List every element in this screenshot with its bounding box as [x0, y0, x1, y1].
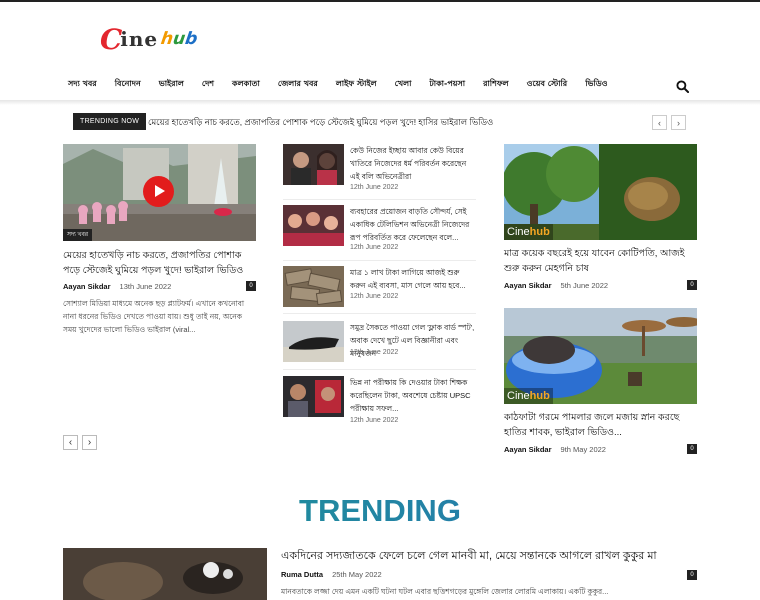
article-meta: Aayan Sikdar 9th May 2022	[504, 445, 606, 454]
divider	[283, 369, 476, 370]
comment-count[interactable]: 0	[687, 280, 697, 290]
article-date: 9th May 2022	[560, 445, 606, 454]
trending-now-badge: TRENDING NOW	[73, 113, 147, 130]
author-name[interactable]: Aayan Sikdar	[63, 282, 111, 291]
featured-article-title[interactable]: মেয়ের হাতেখড়ি নাচ করতে, প্রজাপতির পোশা…	[63, 248, 255, 278]
list-item[interactable]: সমুদ্র সৈকতে পাওয়া গেল 'ফ্লাক বার্ড স্প…	[283, 321, 475, 376]
nav-item-latest[interactable]: সদ্য খবর	[68, 74, 105, 96]
pager-prev-button[interactable]: ‹	[63, 435, 78, 450]
nav-item-district[interactable]: জেলার খবর	[278, 74, 326, 96]
ticker-headline[interactable]: মেয়ের হাতেখড়ি নাচ করতে, প্রজাপতির পোশা…	[148, 116, 493, 130]
article-title[interactable]: কেউ নিজের ইচ্ছায় আবার কেউ বিয়ের খাতিরে…	[350, 144, 475, 183]
featured-article-meta: Aayan Sikdar 13th June 2022	[63, 282, 171, 291]
article-thumbnail[interactable]	[283, 266, 344, 307]
article-date: 5th June 2022	[560, 281, 609, 290]
logo-text-ine: ine	[120, 27, 159, 51]
trending-article-image[interactable]	[63, 548, 267, 600]
pager-next-button[interactable]: ›	[82, 435, 97, 450]
article-title[interactable]: ব্যবহারের প্রয়োজন বাড়তি সৌন্দর্য, সেই …	[350, 205, 475, 244]
article-date: 12th June 2022	[350, 293, 399, 300]
trending-article-meta: Ruma Dutta 25th May 2022	[281, 570, 382, 579]
site-logo[interactable]: C ine hub	[100, 22, 199, 56]
trending-article-title[interactable]: একদিনের সদ্যজাতকে ফেলে চলে গেল মানবী মা,…	[281, 548, 701, 564]
comment-count[interactable]: 0	[687, 570, 697, 580]
list-item[interactable]: ভিন্ন না পরীক্ষায় কি দেওয়ার টাকা শিক্ষ…	[283, 376, 475, 431]
nav-item-web-story[interactable]: ওয়েব স্টোরি	[527, 74, 576, 96]
featured-article-excerpt: সোশ্যাল মিডিয়া মাধ্যমে অনেক ছড় প্ল্যাট…	[63, 299, 245, 334]
article-title[interactable]: মাত্র ১ লাখ টাকা লাগিয়ে আজই শুরু করুন এ…	[350, 266, 475, 292]
article-thumbnail[interactable]	[283, 205, 344, 246]
article-date: 13th June 2022	[119, 282, 172, 291]
nav-item-lifestyle[interactable]: লাইফ স্টাইল	[336, 74, 385, 96]
search-icon[interactable]	[676, 80, 689, 93]
article-date: 12th June 2022	[350, 184, 399, 191]
article-date: 25th May 2022	[332, 570, 382, 579]
comment-count[interactable]: 0	[246, 281, 256, 291]
nav-item-money[interactable]: টাকা-পয়সা	[429, 74, 473, 96]
article-title[interactable]: ভিন্ন না পরীক্ষায় কি দেওয়ার টাকা শিক্ষ…	[350, 376, 475, 415]
nav-item-entertainment[interactable]: বিনোদন	[115, 74, 149, 96]
logo-letter-c: C	[100, 22, 123, 56]
comment-count[interactable]: 0	[687, 444, 697, 454]
nav-shadow	[0, 100, 760, 105]
author-name[interactable]: Aayan Sikdar	[504, 445, 552, 454]
cinehub-watermark: Cinehub	[504, 388, 553, 404]
article-thumbnail[interactable]	[283, 321, 344, 362]
trending-heading: TRENDING	[0, 493, 760, 529]
article-title[interactable]: কাঠফাটা গরমে পামলার জলে মজায় স্নান করছে…	[504, 410, 696, 440]
nav-item-country[interactable]: দেশ	[202, 74, 222, 96]
trending-article-excerpt: মানবতাকে লজ্জা দেয় এমন একটি ঘটনা ঘটল এব…	[281, 587, 609, 596]
list-item[interactable]: মাত্র ১ লাখ টাকা লাগিয়ে আজই শুরু করুন এ…	[283, 266, 475, 316]
article-thumbnail[interactable]	[283, 144, 344, 185]
article-thumbnail[interactable]	[283, 376, 344, 417]
divider	[283, 260, 476, 261]
ticker-prev-button[interactable]: ‹	[652, 115, 667, 130]
article-meta: Aayan Sikdar 5th June 2022	[504, 281, 608, 290]
nav-item-sports[interactable]: খেলা	[395, 74, 420, 96]
author-name[interactable]: Aayan Sikdar	[504, 281, 552, 290]
author-name[interactable]: Ruma Dutta	[281, 570, 323, 579]
list-item[interactable]: ব্যবহারের প্রয়োজন বাড়তি সৌন্দর্য, সেই …	[283, 205, 475, 260]
article-title[interactable]: মাত্র কয়েক বছরেই হয়ে যাবেন কোটিপতি, আজ…	[504, 246, 696, 276]
list-item[interactable]: কেউ নিজের ইচ্ছায় আবার কেউ বিয়ের খাতিরে…	[283, 144, 475, 199]
category-badge[interactable]: সদ্য খবর	[63, 229, 93, 241]
ticker-next-button[interactable]: ›	[671, 115, 686, 130]
nav-item-kolkata[interactable]: কলকাতা	[232, 74, 268, 96]
play-video-button[interactable]	[143, 176, 174, 207]
main-nav: সদ্য খবর বিনোদন ভাইরাল দেশ কলকাতা জেলার …	[68, 74, 626, 96]
article-date: 12th June 2022	[350, 349, 399, 356]
cinehub-watermark: Cinehub	[504, 224, 553, 240]
top-border	[0, 0, 760, 2]
divider	[283, 313, 476, 314]
nav-item-horoscope[interactable]: রাশিফল	[483, 74, 517, 96]
divider	[283, 199, 476, 200]
nav-item-viral[interactable]: ভাইরাল	[159, 74, 192, 96]
logo-text-hub: hub	[159, 29, 199, 49]
nav-item-video[interactable]: ভিডিও	[585, 74, 615, 96]
article-date: 12th June 2022	[350, 244, 399, 251]
article-date: 12th June 2022	[350, 417, 399, 424]
